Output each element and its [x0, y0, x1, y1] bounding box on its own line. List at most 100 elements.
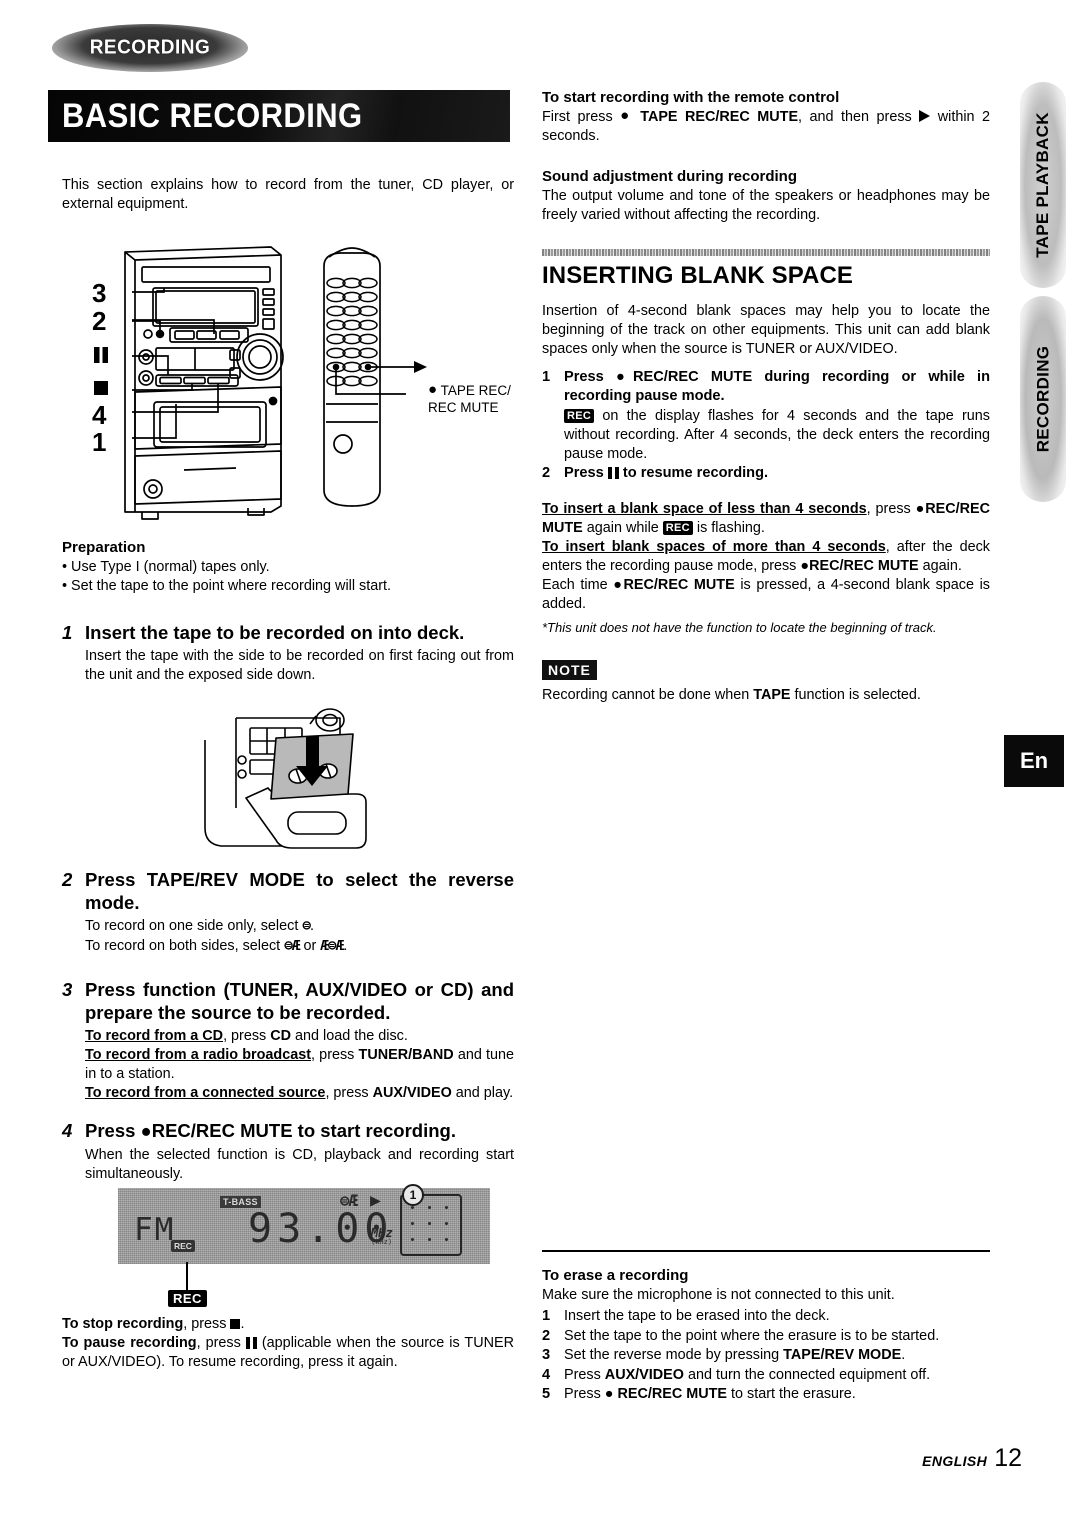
step-number: 2 — [542, 465, 551, 482]
step-number: 4 — [62, 1120, 73, 1142]
lcd-preset-number: 1 — [402, 1184, 424, 1206]
step-heading: Press ●REC/REC MUTE to start recording. — [85, 1120, 456, 1142]
erase-intro: Make sure the microphone is not connecte… — [542, 1287, 895, 1304]
callout-1: 1 — [92, 427, 107, 457]
sound-adjustment-body: The output volume and tone of the speake… — [542, 187, 990, 223]
step-body: REC on the display flashes for 4 seconds… — [564, 407, 990, 462]
pause-recording-line: To pause recording, press (applicable wh… — [62, 1335, 515, 1371]
sidebar-tab-label: TAPE PLAYBACK — [1033, 112, 1052, 258]
cassette-insert-drawing — [204, 708, 367, 849]
step-number: 1 — [62, 621, 73, 643]
pause-icon — [607, 467, 619, 480]
figure-cassette-insertion — [188, 698, 444, 860]
inserting-blank-space-intro: Insertion of 4-second blank spaces may h… — [542, 303, 990, 358]
section-tag-label: RECORDING — [89, 36, 211, 59]
left-column-steps: 2 Press TAPE/REV MODE to select the reve… — [62, 868, 514, 1184]
step-heading-line2: mode. — [85, 892, 140, 914]
right-column: To start recording with the remote contr… — [542, 88, 990, 705]
erase-step: 2 Set the tape to the point where the er… — [542, 1327, 990, 1346]
preparation-bullet: • Use Type I (normal) tapes only. — [62, 559, 270, 576]
footer: ENGLISH 12 — [922, 1444, 1022, 1473]
erase-title: To erase a recording — [542, 1267, 689, 1284]
step-text: Set the reverse mode by pressing TAPE/RE… — [564, 1347, 906, 1364]
remote-rec-button-label: ● TAPE REC/ REC MUTE — [428, 381, 511, 415]
step-text: Set the tape to the point where the eras… — [564, 1327, 940, 1344]
lcd-reverse-mode-icon: ⊜Æ — [340, 1191, 358, 1210]
erase-step: 4 Press AUX/VIDEO and turn the connected… — [542, 1366, 990, 1385]
pause-icon — [245, 1337, 257, 1350]
step-heading-line2: prepare the source to be recorded. — [85, 1001, 391, 1023]
sound-adjustment-title: Sound adjustment during recording — [542, 167, 797, 185]
step-text: Insert the tape to be erased into the de… — [564, 1308, 830, 1325]
erase-step: 3 Set the reverse mode by pressing TAPE/… — [542, 1346, 990, 1365]
section-divider — [542, 1250, 990, 1252]
step-heading: Press to resume recording. — [564, 465, 769, 482]
step-text: Press AUX/VIDEO and turn the connected e… — [564, 1366, 931, 1383]
rec-indicator-icon: REC — [564, 408, 595, 423]
step-2: 2 Press TAPE/REV MODE to select the reve… — [62, 868, 514, 958]
step-body-line2: To record on both sides, select ⊜Æ or Æ⊜… — [85, 938, 348, 956]
lcd-rec-indicator: REC — [171, 1240, 195, 1252]
intro-paragraph: This section explains how to record from… — [62, 177, 514, 213]
callout-3: 3 — [92, 278, 107, 308]
step-heading-line1: Press ●REC/REC MUTE during recording or … — [564, 368, 990, 385]
erase-section: To erase a recording Make sure the micro… — [542, 1266, 990, 1404]
lcd-unit-sub: (kHz) — [371, 1238, 393, 1246]
step-text: Press ● REC/REC MUTE to start the erasur… — [564, 1386, 856, 1403]
left-column-lower: Preparation • Use Type I (normal) tapes … — [62, 538, 514, 685]
step-heading-line1: Press TAPE/REV MODE to select the revers… — [85, 869, 514, 890]
stop-icon — [230, 1319, 241, 1329]
lcd-band: FM — [134, 1212, 176, 1248]
step-heading-line1: Press function (TUNER, AUX/VIDEO or CD) … — [85, 978, 514, 1000]
callout-stop-icon — [94, 381, 108, 399]
callout-pause-icon — [94, 347, 108, 366]
ibs-step-2: 2 Press to resume recording. — [542, 464, 990, 484]
step-number: 2 — [62, 869, 73, 890]
sidebar-tab-recording[interactable]: RECORDING — [1020, 296, 1066, 502]
remote-start-body: First press ● TAPE REC/REC MUTE, and the… — [542, 107, 991, 145]
step-number: 2 — [542, 1327, 551, 1344]
erase-step: 5 Press ● REC/REC MUTE to start the eras… — [542, 1385, 990, 1404]
sidebar-tab-tape-playback[interactable]: TAPE PLAYBACK — [1020, 82, 1066, 288]
step-body: When the selected function is CD, playba… — [85, 1146, 514, 1182]
left-column: This section explains how to record from… — [62, 176, 514, 214]
inserting-blank-space-heading: INSERTING BLANK SPACE — [542, 262, 854, 290]
language-badge: En — [1004, 735, 1064, 787]
stop-pause-notes: To stop recording, press . To pause reco… — [62, 1315, 514, 1372]
lcd-callout-line — [186, 1262, 188, 1290]
figure-system-and-remote: 3 2 4 1 ● TAPE REC/ REC MUTE — [92, 244, 516, 532]
step-3-line-connected: To record from a connected source, press… — [85, 1085, 514, 1102]
ibs-footnote: *This unit does not have the function to… — [542, 619, 937, 635]
rec-dot-icon: ● — [428, 381, 438, 398]
remote-start-title: To start recording with the remote contr… — [542, 89, 840, 106]
page-title-banner: BASIC RECORDING — [48, 90, 510, 142]
step-number: 3 — [542, 1347, 551, 1364]
step-3-line-radio: To record from a radio broadcast, press … — [85, 1046, 515, 1083]
play-icon — [919, 110, 931, 123]
step-4: 4 Press ●REC/REC MUTE to start recording… — [62, 1119, 514, 1183]
footer-language: ENGLISH — [922, 1453, 988, 1469]
step-3: 3 Press function (TUNER, AUX/VIDEO or CD… — [62, 978, 514, 1104]
step-body-line1: To record on one side only, select ⊜. — [85, 918, 314, 936]
sidebar-tab-label: RECORDING — [1033, 345, 1052, 453]
footer-page-number: 12 — [994, 1444, 1022, 1472]
ibs-note-less-than-4s: To insert a blank space of less than 4 s… — [542, 500, 991, 536]
note-badge: NOTE — [542, 659, 597, 681]
lcd-play-icon: ▶ — [370, 1190, 381, 1211]
step-number: 3 — [62, 978, 73, 1000]
preparation-title: Preparation — [62, 539, 146, 556]
step-number: 1 — [542, 368, 551, 385]
callout-2: 2 — [92, 306, 107, 336]
step-heading-line2: recording pause mode. — [564, 388, 725, 405]
stop-recording-line: To stop recording, press . — [62, 1316, 245, 1332]
page-title: BASIC RECORDING — [62, 95, 363, 136]
step-number: 4 — [542, 1366, 551, 1383]
note-body: Recording cannot be done when TAPE funct… — [542, 687, 921, 704]
manual-page: RECORDING BASIC RECORDING TAPE PLAYBACK … — [0, 0, 1080, 1515]
section-tag-badge: RECORDING — [52, 24, 248, 72]
rec-dot-icon: ● — [620, 107, 633, 125]
step-3-line-cd: To record from a CD, press CD and load t… — [85, 1027, 408, 1044]
step-body: Insert the tape with the side to be reco… — [85, 647, 514, 683]
ibs-note-more-than-4s: To insert blank spaces of more than 4 se… — [542, 539, 990, 575]
preparation-bullet: • Set the tape to the point where record… — [62, 578, 392, 595]
